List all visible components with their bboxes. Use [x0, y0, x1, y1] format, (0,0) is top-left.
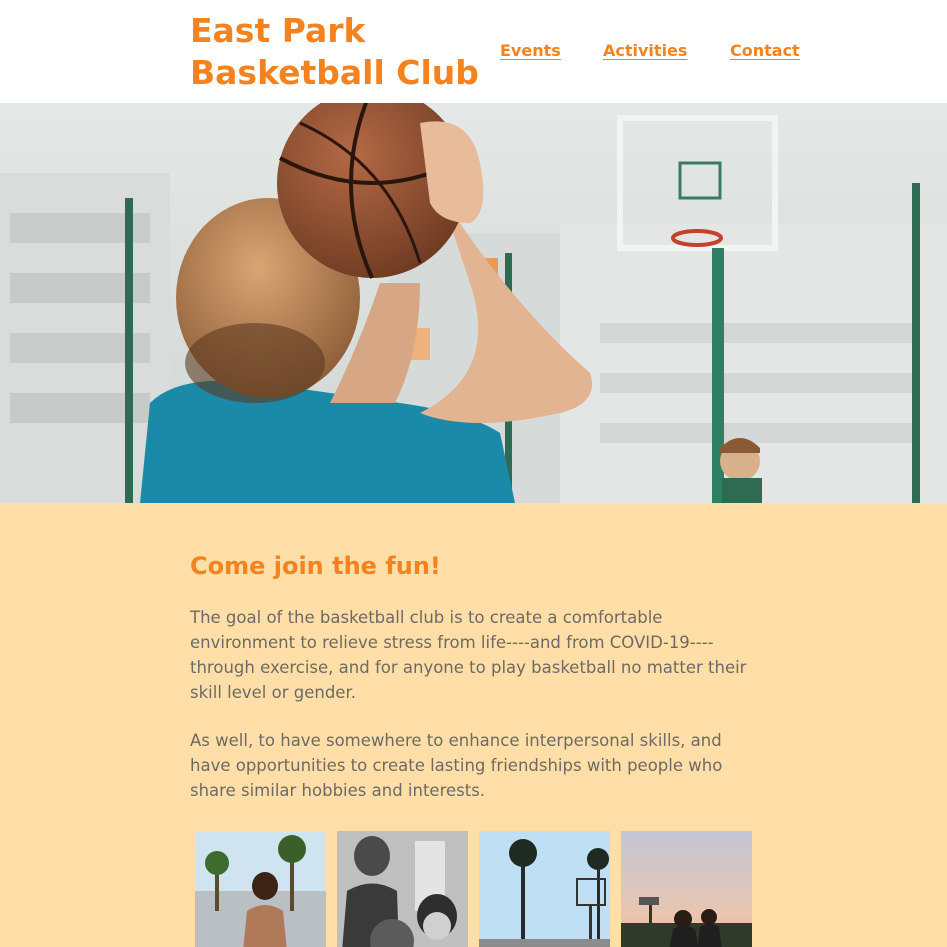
intro-section: Come join the fun! The goal of the baske…	[0, 503, 947, 947]
nav-link-activities[interactable]: Activities	[603, 40, 687, 62]
site-header: East Park Basketball Club Events Activit…	[0, 0, 947, 103]
intro-paragraph-skills: As well, to have somewhere to enhance in…	[190, 731, 723, 800]
site-title[interactable]: East Park Basketball Club	[190, 10, 490, 94]
gallery-photo-dribbling[interactable]	[195, 831, 326, 947]
intro-paragraph-goal: The goal of the basketball club is to cr…	[190, 608, 747, 702]
nav-link-contact[interactable]: Contact	[730, 40, 800, 62]
photo-gallery	[195, 831, 755, 947]
gallery-photo-palm-hoop[interactable]	[479, 831, 610, 947]
nav-link-events[interactable]: Events	[500, 40, 561, 62]
gallery-photo-sunset[interactable]	[621, 831, 752, 947]
gallery-photo-family[interactable]	[337, 831, 468, 947]
section-heading: Come join the fun!	[190, 552, 441, 580]
hero-image	[0, 103, 947, 503]
